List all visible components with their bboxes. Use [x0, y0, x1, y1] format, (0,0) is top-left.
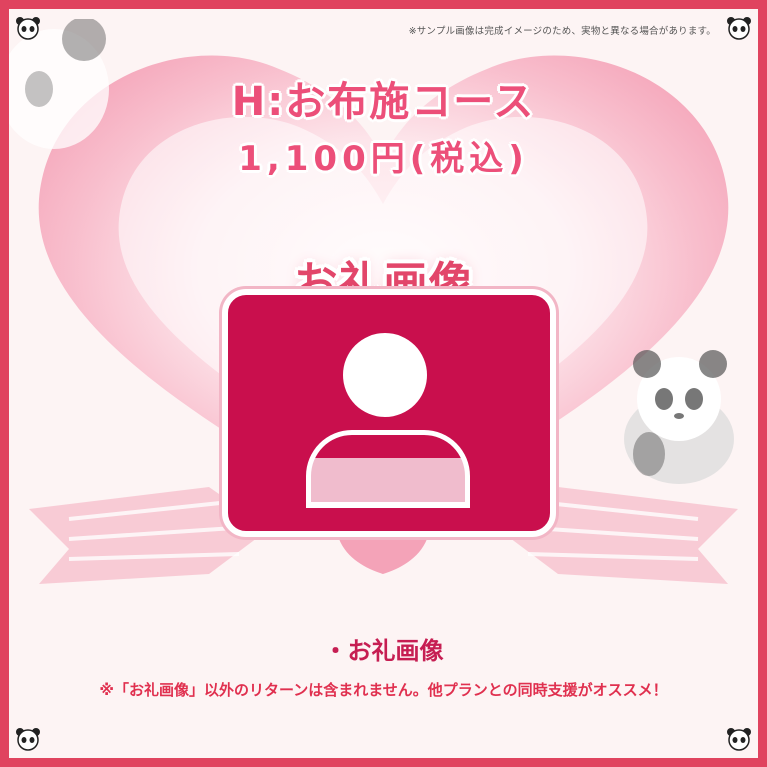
course-title: H:お布施コース — [231, 79, 536, 125]
sample-notice: ※サンプル画像は完成イメージのため、実物と異なる場合があります。 — [408, 26, 716, 37]
person-icon-body — [306, 430, 470, 508]
footnote: ※「お礼画像」以外のリターンは含まれません。他プランとの同時支援がオススメ！ — [99, 681, 668, 699]
panda-icon — [727, 17, 751, 40]
panda-icon — [727, 728, 751, 751]
person-icon-head — [343, 333, 427, 417]
course-card: ※サンプル画像は完成イメージのため、実物と異なる場合があります。 H:お布施コー… — [0, 0, 767, 767]
reward-list-item: ・お礼画像 — [323, 637, 444, 665]
panda-icon — [624, 350, 734, 484]
course-price: 1,100円(税込) — [238, 139, 529, 179]
panda-icon — [16, 17, 40, 40]
panda-icon — [16, 728, 40, 751]
reward-image-placeholder — [222, 289, 556, 537]
